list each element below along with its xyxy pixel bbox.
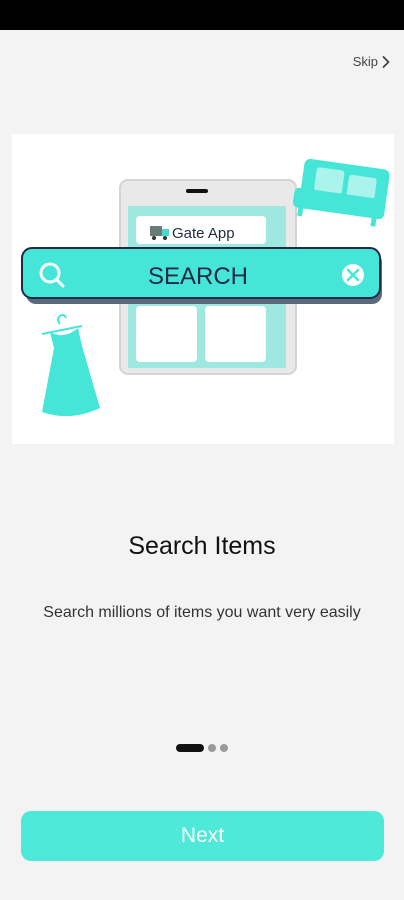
page-dot-2 — [208, 744, 216, 752]
clear-icon — [342, 264, 364, 286]
dress-icon — [41, 313, 100, 417]
sofa-icon — [292, 158, 390, 227]
next-button[interactable]: Next — [21, 811, 384, 861]
skip-label: Skip — [352, 54, 378, 69]
page-indicator — [0, 744, 404, 752]
page-title: Search Items — [128, 532, 276, 560]
skip-button[interactable]: Skip — [353, 54, 390, 69]
search-label: SEARCH — [148, 263, 248, 290]
page-description: Search millions of items you want very e… — [43, 604, 361, 621]
app-name: Gate App — [172, 225, 235, 242]
page-dot-1 — [176, 744, 204, 752]
page-dot-3 — [220, 744, 228, 752]
chevron-right-icon — [382, 55, 390, 68]
status-bar — [0, 0, 404, 30]
onboarding-illustration: Gate App SEARCH — [12, 134, 394, 444]
